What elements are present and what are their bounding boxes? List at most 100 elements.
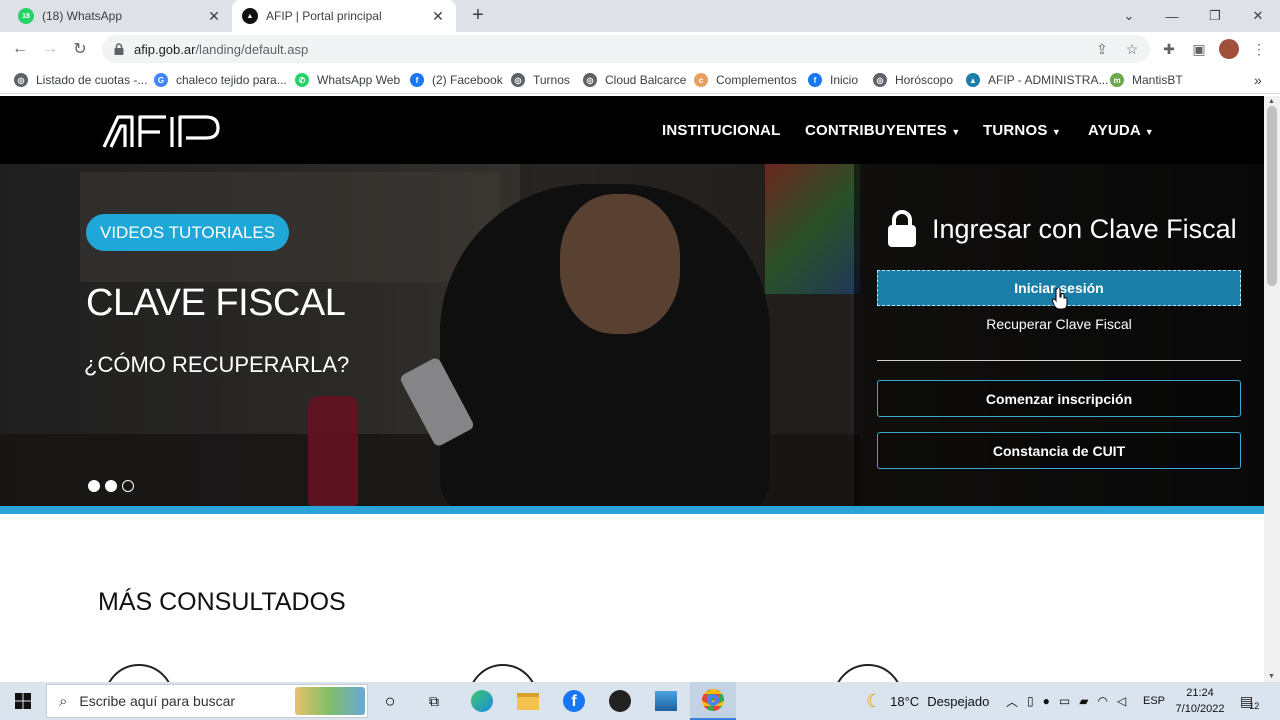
forward-button[interactable]: → bbox=[38, 37, 62, 61]
lock-icon[interactable] bbox=[112, 42, 126, 56]
new-tab-button[interactable]: + bbox=[466, 4, 490, 28]
maximize-button[interactable]: ❐ bbox=[1193, 0, 1237, 32]
recuperar-clave-link[interactable]: Recuperar Clave Fiscal bbox=[877, 316, 1241, 332]
bookmark-label: chaleco tejido para... bbox=[176, 73, 287, 87]
clock-time: 21:24 bbox=[1186, 687, 1214, 699]
bookmark-item[interactable]: m MantisBT bbox=[1110, 71, 1183, 89]
facebook-icon: f bbox=[410, 73, 424, 87]
nav-ayuda[interactable]: AYUDA ▼ bbox=[1088, 122, 1154, 139]
side-panel-icon[interactable]: ▣ bbox=[1187, 37, 1211, 61]
minimize-button[interactable]: — bbox=[1150, 0, 1194, 32]
browser-toolbar: ← → ↻ afip.gob.ar/landing/default.asp ⇪ … bbox=[0, 32, 1280, 66]
battery-icon[interactable]: ▰ bbox=[1079, 694, 1088, 708]
reload-button[interactable]: ↻ bbox=[68, 37, 92, 61]
bookmark-item[interactable]: ✆ WhatsApp Web bbox=[295, 71, 400, 89]
comenzar-inscripcion-button[interactable]: Comenzar inscripción bbox=[877, 380, 1241, 417]
back-button[interactable]: ← bbox=[8, 37, 32, 61]
more-bookmarks-icon[interactable]: » bbox=[1254, 71, 1262, 89]
page-scrollbar[interactable]: ▲ ▼ bbox=[1264, 96, 1280, 682]
windows-taskbar: ⌕ Escribe aquí para buscar ○ ⧉ f ☾ 18°C … bbox=[0, 682, 1280, 720]
caret-down-icon: ▼ bbox=[1144, 127, 1154, 137]
bookmark-label: Complementos bbox=[716, 73, 797, 87]
share-icon[interactable]: ⇪ bbox=[1090, 37, 1114, 61]
login-title-text: Ingresar con Clave Fiscal bbox=[932, 213, 1237, 244]
bookmark-label: Horóscopo bbox=[895, 73, 954, 87]
address-bar[interactable]: afip.gob.ar/landing/default.asp bbox=[102, 35, 1150, 63]
url-path: /landing/default.asp bbox=[195, 41, 309, 57]
mantis-icon: m bbox=[1110, 73, 1124, 87]
camera-icon[interactable]: ▭ bbox=[1059, 694, 1070, 708]
facebook-app-icon[interactable]: f bbox=[556, 682, 592, 720]
facebook-icon: f bbox=[808, 73, 822, 87]
weather-widget[interactable]: ☾ 18°C Despejado bbox=[866, 682, 989, 720]
cortana-icon[interactable]: ○ bbox=[372, 682, 408, 720]
chrome-icon[interactable] bbox=[690, 682, 736, 720]
globe-icon: ◎ bbox=[583, 73, 597, 87]
wifi-icon[interactable]: ◠ bbox=[1097, 694, 1107, 708]
google-icon: G bbox=[154, 73, 168, 87]
globe-icon: ◎ bbox=[511, 73, 525, 87]
file-explorer-icon[interactable] bbox=[510, 682, 546, 720]
language-indicator[interactable]: ESP bbox=[1143, 682, 1165, 720]
nav-turnos[interactable]: TURNOS ▼ bbox=[983, 122, 1061, 139]
bookmark-star-icon[interactable]: ☆ bbox=[1120, 37, 1144, 61]
tab-title: (18) WhatsApp bbox=[42, 9, 123, 23]
bookmark-item[interactable]: ◎ Listado de cuotas -... bbox=[14, 71, 147, 89]
scroll-down-icon[interactable]: ▼ bbox=[1268, 673, 1275, 680]
close-tab-icon[interactable]: ✕ bbox=[206, 8, 222, 25]
afip-logo[interactable] bbox=[102, 114, 222, 148]
bookmark-item[interactable]: ◎ Turnos bbox=[511, 71, 570, 89]
photos-icon[interactable] bbox=[648, 682, 684, 720]
carousel-dot[interactable] bbox=[105, 480, 117, 492]
web-page: INSTITUCIONAL CONTRIBUYENTES ▼ TURNOS ▼ … bbox=[0, 96, 1264, 682]
scrollbar-thumb[interactable] bbox=[1267, 106, 1277, 286]
chevron-up-icon[interactable]: ︿ bbox=[1006, 693, 1018, 710]
globe-icon: ◎ bbox=[873, 73, 887, 87]
bookmark-item[interactable]: c Complementos bbox=[694, 71, 797, 89]
consultado-icon[interactable] bbox=[104, 664, 174, 682]
taskbar-search-input[interactable]: ⌕ Escribe aquí para buscar bbox=[46, 684, 368, 718]
moon-icon: ☾ bbox=[866, 690, 883, 711]
volume-icon[interactable]: ◁ bbox=[1117, 694, 1126, 708]
tab-afip[interactable]: ▲ AFIP | Portal principal ✕ bbox=[232, 0, 456, 32]
search-placeholder: Escribe aquí para buscar bbox=[79, 693, 236, 709]
windows-start-icon[interactable] bbox=[4, 682, 42, 720]
constancia-cuit-button[interactable]: Constancia de CUIT bbox=[877, 432, 1241, 469]
profile-avatar[interactable] bbox=[1217, 37, 1241, 61]
consultado-icon[interactable] bbox=[468, 664, 538, 682]
device-icon[interactable]: ▯ bbox=[1027, 694, 1034, 708]
carousel-dot[interactable] bbox=[122, 480, 134, 492]
url-host: afip.gob.ar bbox=[134, 41, 196, 57]
bookmark-label: WhatsApp Web bbox=[317, 73, 401, 87]
carousel-dot[interactable] bbox=[88, 480, 100, 492]
close-window-button[interactable]: ✕ bbox=[1236, 0, 1280, 32]
login-divider bbox=[877, 360, 1241, 361]
notifications-icon[interactable]: ▤ 12 bbox=[1240, 682, 1259, 720]
tab-title: AFIP | Portal principal bbox=[266, 9, 382, 23]
nav-contribuyentes[interactable]: CONTRIBUYENTES ▼ bbox=[805, 122, 960, 139]
bookmark-item[interactable]: ◎ Cloud Balcarce bbox=[583, 71, 686, 89]
extensions-icon[interactable]: ✚ bbox=[1157, 37, 1181, 61]
bookmark-item[interactable]: ▲ AFIP - ADMINISTRA... bbox=[966, 71, 1108, 89]
consultado-icon[interactable] bbox=[833, 664, 903, 682]
bookmark-item[interactable]: Gchaleco tejido para... bbox=[154, 71, 287, 89]
microphone-icon[interactable]: ● bbox=[1043, 694, 1050, 708]
scroll-up-icon[interactable]: ▲ bbox=[1268, 98, 1275, 105]
task-view-icon[interactable]: ⧉ bbox=[416, 682, 452, 720]
tab-whatsapp[interactable]: 18 (18) WhatsApp ✕ bbox=[8, 0, 232, 32]
close-tab-icon[interactable]: ✕ bbox=[430, 8, 446, 25]
bookmark-item[interactable]: f (2) Facebook bbox=[410, 71, 503, 89]
bookmark-item[interactable]: f Inicio bbox=[808, 71, 858, 89]
videos-tutoriales-badge[interactable]: VIDEOS TUTORIALES bbox=[86, 214, 290, 251]
bookmark-label: Turnos bbox=[533, 73, 570, 87]
app-icon[interactable] bbox=[602, 682, 638, 720]
nav-label: CONTRIBUYENTES bbox=[805, 122, 947, 139]
tab-search-icon[interactable]: ⌄ bbox=[1107, 0, 1151, 32]
nav-institucional[interactable]: INSTITUCIONAL bbox=[662, 122, 780, 139]
bookmark-item[interactable]: ◎ Horóscopo bbox=[873, 71, 953, 89]
clock-date: 7/10/2022 bbox=[1175, 703, 1225, 715]
menu-icon[interactable]: ⋮ bbox=[1247, 37, 1271, 61]
edge-icon[interactable] bbox=[464, 682, 500, 720]
clock[interactable]: 21:24 7/10/2022 bbox=[1170, 685, 1230, 717]
mas-consultados-heading: MÁS CONSULTADOS bbox=[98, 588, 346, 616]
